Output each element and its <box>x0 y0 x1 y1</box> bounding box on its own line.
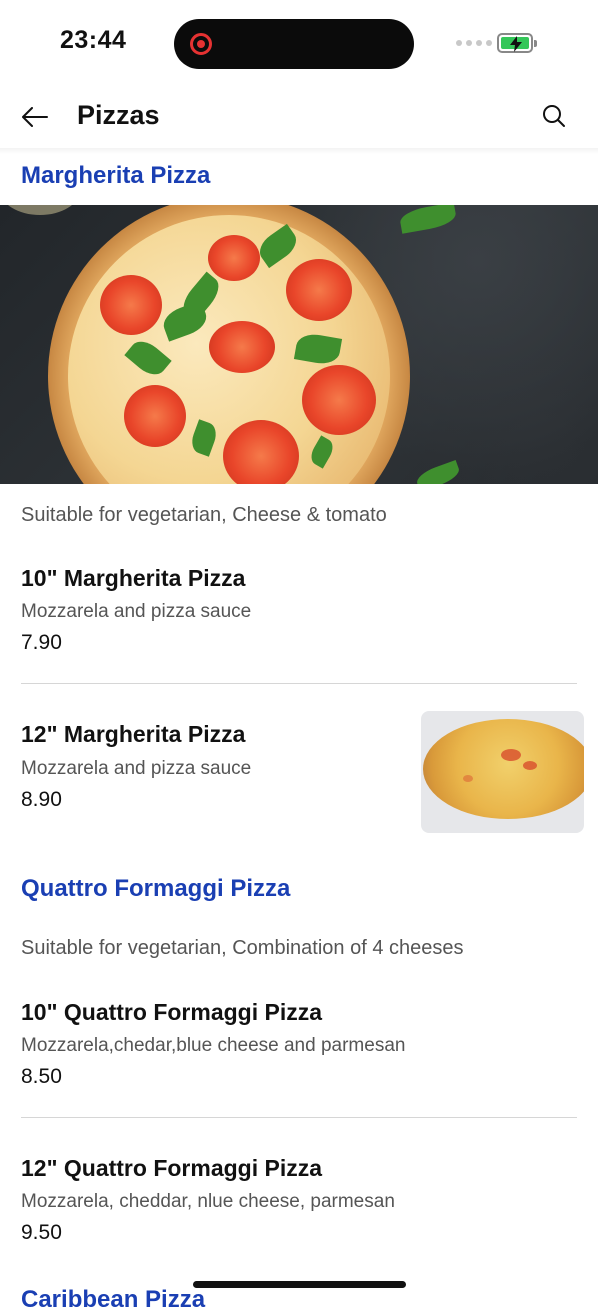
signal-icon <box>456 40 492 46</box>
section-description-quattro-formaggi: Suitable for vegetarian, Combination of … <box>21 937 464 959</box>
dynamic-island <box>174 19 414 69</box>
back-button[interactable] <box>18 100 52 134</box>
app-header: Pizzas <box>0 88 598 148</box>
item-price: 8.50 <box>21 1065 62 1088</box>
section-title-quattro-formaggi[interactable]: Quattro Formaggi Pizza <box>21 875 290 903</box>
header-divider <box>0 148 598 154</box>
home-indicator[interactable] <box>193 1281 406 1288</box>
recording-icon <box>190 33 212 55</box>
item-description: Mozzarela and pizza sauce <box>21 601 252 622</box>
page-title: Pizzas <box>77 100 160 130</box>
battery-charging-icon <box>497 33 537 53</box>
item-description: Mozzarela, cheddar, nlue cheese, parmesa… <box>21 1191 395 1212</box>
item-price: 9.50 <box>21 1221 62 1244</box>
item-name: 12" Margherita Pizza <box>21 721 246 747</box>
section-title-margherita[interactable]: Margherita Pizza <box>21 162 210 190</box>
search-icon <box>543 105 565 127</box>
item-divider <box>21 1117 577 1118</box>
status-time: 23:44 <box>60 26 127 54</box>
item-price: 8.90 <box>21 788 62 811</box>
section-description-margherita: Suitable for vegetarian, Cheese & tomato <box>21 504 387 526</box>
search-button[interactable] <box>538 100 570 132</box>
item-divider <box>21 683 577 684</box>
section-image-margherita <box>0 205 598 484</box>
item-description: Mozzarela and pizza sauce <box>21 758 252 779</box>
arrow-left-icon <box>22 107 48 127</box>
item-price: 7.90 <box>21 631 62 654</box>
item-name: 12" Quattro Formaggi Pizza <box>21 1155 323 1181</box>
item-description: Mozzarela,chedar,blue cheese and parmesa… <box>21 1035 406 1056</box>
section-title-caribbean[interactable]: Caribbean Pizza <box>21 1286 205 1314</box>
status-bar: 23:44 <box>0 0 598 88</box>
item-name: 10" Margherita Pizza <box>21 565 246 591</box>
item-name: 10" Quattro Formaggi Pizza <box>21 999 323 1025</box>
item-thumbnail <box>421 711 584 833</box>
